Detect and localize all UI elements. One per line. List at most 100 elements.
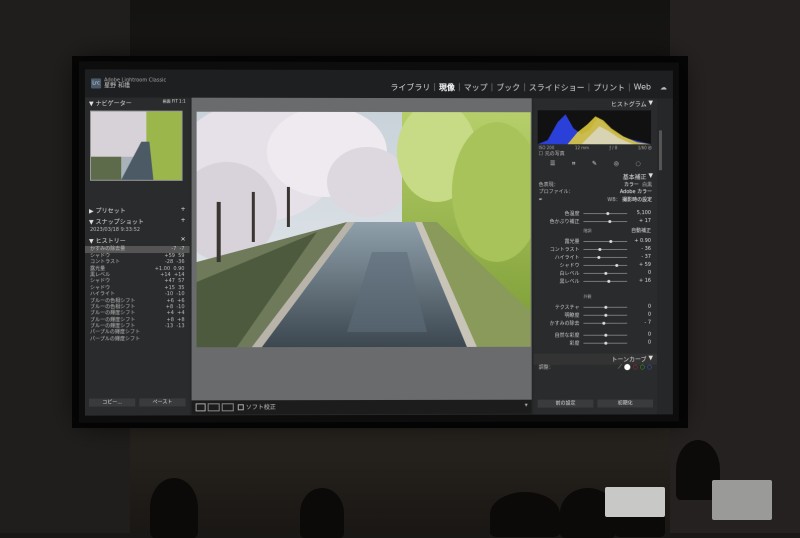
left-panel: ▼ ナビゲーター 画面 FIT 1:1 ▶ プリセット + ▼ スナップショット + … <box>85 97 190 415</box>
slider-value[interactable]: - 7 <box>645 319 652 325</box>
histogram <box>538 110 651 144</box>
before-after-icon[interactable] <box>222 403 234 411</box>
point-curve-icon[interactable]: ⬤ <box>624 363 631 370</box>
slider-label: 色かぶり補正 <box>538 218 580 225</box>
cloud-sync-icon[interactable]: ☁ <box>660 84 667 92</box>
laptop <box>605 487 665 517</box>
copy-button[interactable]: コピー... <box>89 398 135 406</box>
original-photo-toggle[interactable]: ☐ 元の写真 <box>534 151 657 158</box>
slider-value[interactable]: - 37 <box>641 254 651 260</box>
auto-tone-button[interactable]: 自動補正 <box>631 227 651 234</box>
red-channel-icon[interactable]: ○ <box>633 363 638 370</box>
slider-knob[interactable] <box>608 220 611 223</box>
profile-row: プロファイル： Adobe カラー <box>534 189 657 195</box>
edit-sliders-icon[interactable]: ☰ <box>550 161 555 169</box>
slider-label: シャドウ <box>538 262 580 269</box>
slider-knob[interactable] <box>604 333 607 336</box>
history-list: かすみの除去量 -7 -7 シャドウ +59 59 コントラスト -28 -36 露光量 +1… <box>85 246 190 342</box>
snapshot-item[interactable]: 2023/03/18 9:33:52 <box>85 227 190 233</box>
healing-icon[interactable]: ✎ <box>592 161 597 169</box>
module-picker: ライブラリ | 現像 | マップ | ブック | スライドショー | プリント | Web <box>390 82 651 93</box>
redeye-icon[interactable]: ◎ <box>614 161 619 169</box>
lightroom-logo-icon: Lrc <box>91 78 101 88</box>
slider-knob[interactable] <box>604 271 607 274</box>
slider-label: ハイライト <box>538 254 580 261</box>
presets-header[interactable]: ▶ プリセット + <box>85 205 190 216</box>
slider-label: 明瞭度 <box>538 311 580 318</box>
slider-value[interactable]: 5,100 <box>637 210 651 216</box>
slider-value[interactable]: 0 <box>648 269 651 275</box>
treatment-color[interactable]: カラー <box>624 183 639 189</box>
slider-knob[interactable] <box>599 248 602 251</box>
slider-value[interactable]: + 0.90 <box>634 238 651 244</box>
basic-header[interactable]: 基本補正 ▼ <box>534 172 657 183</box>
slider-knob[interactable] <box>604 305 607 308</box>
brand-line2: 星野 和雄 <box>104 83 166 89</box>
wb-select[interactable]: 撮影時の設定 <box>622 197 652 203</box>
audience-head <box>150 478 198 538</box>
compare-view-icon[interactable] <box>208 403 220 411</box>
slider-knob[interactable] <box>604 313 607 316</box>
slider-value[interactable]: 0 <box>648 311 651 317</box>
paste-button[interactable]: ペースト <box>139 398 185 406</box>
right-scrollbar[interactable] <box>659 130 662 170</box>
snapshots-header[interactable]: ▼ スナップショット + <box>85 216 190 227</box>
masking-icon[interactable]: ◌ <box>636 161 641 169</box>
slider-label: 露光量 <box>538 238 580 245</box>
histogram-header[interactable]: ヒストグラム ▼ <box>534 98 657 109</box>
module-print[interactable]: プリント <box>593 82 625 93</box>
history-item[interactable]: パープルの輝度シフト <box>85 336 190 343</box>
adjust-row: 調整： ⟋ ⬤ ○ ○ ○ <box>534 364 657 371</box>
slider-value[interactable]: - 36 <box>641 246 651 252</box>
slider-label: 色温度 <box>538 210 580 217</box>
toolbar-bottom: ソフト校正 ▾ <box>192 400 532 415</box>
module-library[interactable]: ライブラリ <box>390 82 430 93</box>
module-web[interactable]: Web <box>634 83 651 94</box>
slider-track[interactable] <box>583 322 627 323</box>
slider-track[interactable] <box>583 221 627 222</box>
module-develop[interactable]: 現像 <box>439 82 455 93</box>
slider-value[interactable]: 0 <box>648 339 651 345</box>
loupe-view-icon[interactable] <box>196 403 206 411</box>
slider-track[interactable] <box>583 257 627 258</box>
module-book[interactable]: ブック <box>496 82 520 93</box>
slider-value[interactable]: 0 <box>648 331 651 337</box>
crop-icon[interactable]: ⌗ <box>572 161 575 169</box>
slider-knob[interactable] <box>602 321 605 324</box>
slider-knob[interactable] <box>606 212 609 215</box>
previous-settings-button[interactable]: 前の設定 <box>538 400 594 408</box>
slider-track[interactable] <box>583 249 627 250</box>
slider-track[interactable] <box>583 264 627 265</box>
reset-button[interactable]: 初期化 <box>597 399 653 407</box>
slider-track[interactable] <box>583 241 627 242</box>
toolbar-menu-icon[interactable]: ▾ <box>525 402 528 409</box>
slider-track[interactable] <box>583 280 627 281</box>
treatment-bw[interactable]: 白黒 <box>642 183 652 189</box>
photo-canvas[interactable] <box>192 98 532 401</box>
right-panel: ヒストグラム ▼ ISO 200 12 mm ƒ / 8 1/60 秒 ☐ 元の写真 … <box>534 98 657 414</box>
parametric-curve-icon[interactable]: ⟋ <box>618 363 622 370</box>
section-label: 階調 <box>583 228 591 234</box>
slider-value[interactable]: + 16 <box>639 277 651 283</box>
slider-label: コントラスト <box>538 246 580 253</box>
laptop <box>712 480 772 520</box>
green-channel-icon[interactable]: ○ <box>640 363 645 370</box>
profile-select[interactable]: Adobe カラー <box>620 189 652 195</box>
audience-head <box>300 488 344 538</box>
blue-channel-icon[interactable]: ○ <box>647 363 652 370</box>
module-map[interactable]: マップ <box>464 82 488 93</box>
slider-knob[interactable] <box>604 341 607 344</box>
navigator-preview[interactable] <box>90 111 183 181</box>
slider-value[interactable]: 0 <box>648 303 651 309</box>
module-slideshow[interactable]: スライドショー <box>529 82 585 93</box>
history-header[interactable]: ▼ ヒストリー ✕ <box>85 235 190 246</box>
slider-knob[interactable] <box>598 256 601 259</box>
slider-knob[interactable] <box>607 279 610 282</box>
slider-knob[interactable] <box>609 240 612 243</box>
soft-proof-checkbox[interactable] <box>238 404 244 410</box>
slider-value[interactable]: + 17 <box>639 218 651 224</box>
slider-knob[interactable] <box>615 263 618 266</box>
slider-value[interactable]: + 59 <box>639 261 651 267</box>
navigator-header[interactable]: ▼ ナビゲーター 画面 FIT 1:1 <box>85 97 190 108</box>
lightroom-window: Lrc Adobe Lightroom Classic 星野 和雄 ライブラリ |… <box>85 69 673 415</box>
